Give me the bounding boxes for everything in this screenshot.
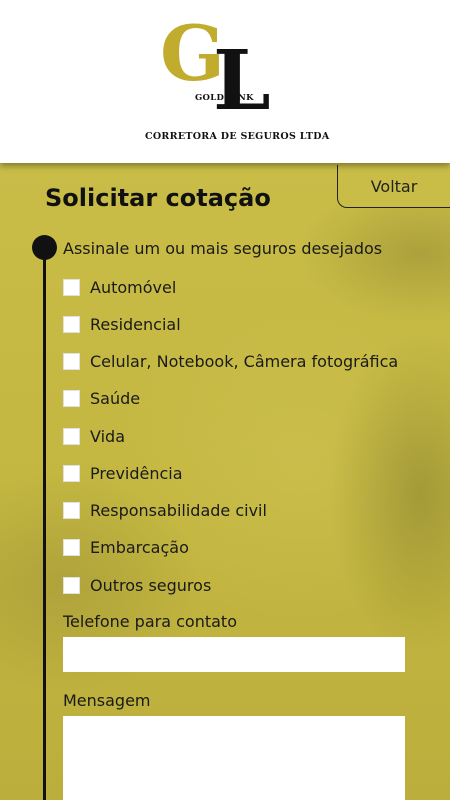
phone-label: Telefone para contato: [63, 612, 237, 631]
option-label: Residencial: [90, 314, 181, 334]
checkbox[interactable]: [63, 352, 80, 370]
timeline-line: [43, 258, 46, 800]
option-label: Celular, Notebook, Câmera fotográfica: [90, 351, 399, 371]
message-label: Mensagem: [63, 691, 151, 710]
page-title: Solicitar cotação: [45, 184, 271, 212]
option-residencial[interactable]: Residencial: [63, 313, 181, 335]
option-label: Automóvel: [90, 277, 177, 297]
option-label: Outros seguros: [90, 575, 212, 595]
checkbox[interactable]: [63, 538, 80, 556]
option-saude[interactable]: Saúde: [63, 387, 140, 409]
option-automovel[interactable]: Automóvel: [63, 276, 176, 298]
option-previdencia[interactable]: Previdência: [63, 462, 183, 484]
option-outros-seguros[interactable]: Outros seguros: [63, 574, 211, 596]
checkbox[interactable]: [63, 315, 80, 333]
option-celular-notebook-camera[interactable]: Celular, Notebook, Câmera fotográfica: [63, 350, 398, 372]
checkbox[interactable]: [63, 389, 80, 407]
logo-letter-l: L: [213, 33, 271, 129]
checkbox[interactable]: [63, 464, 80, 482]
option-label: Vida: [90, 426, 125, 446]
timeline-dot: [32, 235, 57, 260]
back-button[interactable]: Voltar: [337, 165, 450, 208]
checkbox[interactable]: [63, 501, 80, 519]
gold-link-logo: G L GOLD LINK CORRETORA DE SEGUROS LTDA: [145, 16, 329, 148]
checkbox[interactable]: [63, 278, 80, 296]
checkbox[interactable]: [63, 427, 80, 445]
insurance-prompt: Assinale um ou mais seguros desejados: [63, 239, 383, 258]
phone-input[interactable]: [63, 637, 405, 672]
option-embarcacao[interactable]: Embarcação: [63, 536, 189, 558]
message-textarea[interactable]: [63, 716, 405, 800]
option-label: Previdência: [90, 463, 183, 483]
checkbox[interactable]: [63, 576, 80, 594]
company-name: CORRETORA DE SEGUROS LTDA: [145, 131, 330, 142]
quote-form-section: Voltar Solicitar cotação Assinale um ou …: [0, 163, 450, 800]
option-responsabilidade-civil[interactable]: Responsabilidade civil: [63, 499, 267, 521]
app-header: G L GOLD LINK CORRETORA DE SEGUROS LTDA: [0, 0, 450, 163]
option-label: Embarcação: [90, 537, 189, 557]
option-label: Responsabilidade civil: [90, 500, 267, 520]
option-vida[interactable]: Vida: [63, 425, 125, 447]
option-label: Saúde: [90, 388, 141, 408]
logo-name: GOLD LINK: [195, 93, 254, 103]
